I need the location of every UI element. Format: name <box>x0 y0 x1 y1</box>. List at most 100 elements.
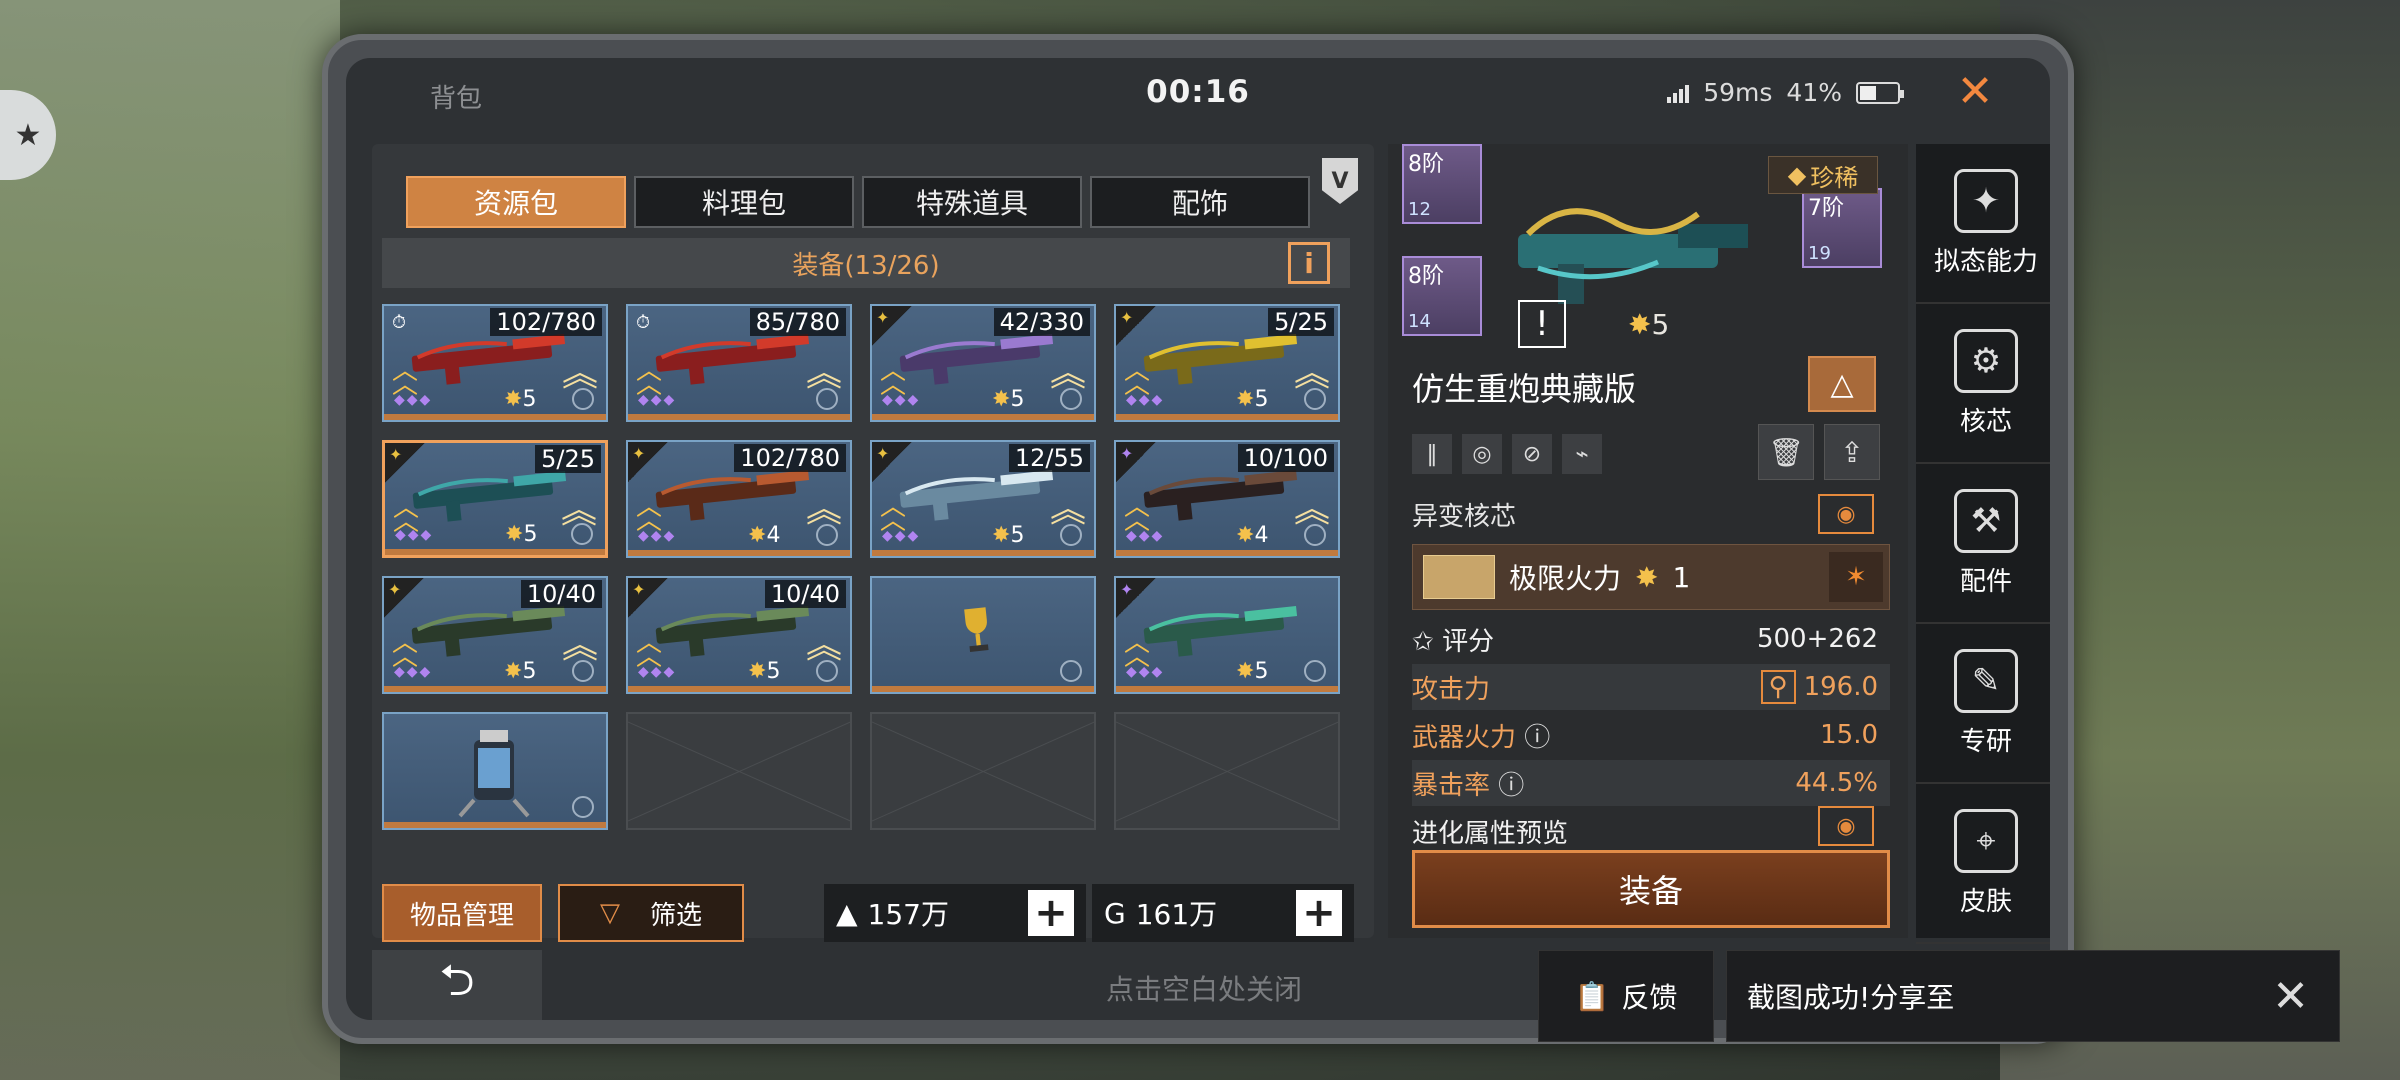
timer-icon: ⏱ <box>392 312 407 333</box>
inventory-slot[interactable]: ✦ 10/100 ︿ ︿ ◆◆◆ ︽ ✸4 <box>1114 440 1340 558</box>
rarity-dots: ◆◆◆ <box>394 664 433 680</box>
toast-close-icon[interactable]: ✕ <box>2272 971 2309 1022</box>
upgrade-icon: ︿ ︿ <box>393 493 420 537</box>
research-icon: ✎ <box>1954 648 2018 713</box>
type-icon <box>1060 660 1082 682</box>
add-gold-button[interactable]: + <box>1028 890 1074 936</box>
tab-special-items[interactable]: 特殊道具 <box>862 176 1082 228</box>
item-count: 102/780 <box>490 308 602 336</box>
sidebar-item-mimic[interactable]: ✦ 拟态能力 <box>1916 144 2050 304</box>
rarity-dots: ◆◆◆ <box>1126 664 1165 680</box>
eye-icon[interactable]: ◉ <box>1818 494 1874 534</box>
feedback-button[interactable]: 📋 反馈 <box>1538 950 1714 1042</box>
stat-label: 暴击率 ⓘ <box>1412 770 1525 801</box>
info-icon[interactable]: i <box>1288 242 1330 284</box>
delete-icon[interactable]: 🗑 <box>1758 424 1814 480</box>
type-icon <box>1060 524 1082 546</box>
item-manage-button[interactable]: 物品管理 <box>382 884 542 942</box>
upgrade-icon: ︿ ︿ <box>392 356 419 400</box>
close-icon[interactable]: ✕ <box>1952 70 1998 116</box>
inventory-slot[interactable]: ✦ 5/25 ︿ ︿ ◆◆◆ ︽ ✸5 <box>382 440 608 558</box>
inventory-slot[interactable] <box>870 576 1096 694</box>
item-grid: ⏱ 102/780 ︿ ︿ ◆◆◆ ︽ ✸5 ⏱ 85/780 ︿ ︿ ◆◆◆ ︽ ✦ 42/330 ︿ ︿ ◆◆… <box>382 304 1340 830</box>
upgrade-icon: ︿ ︿ <box>1124 356 1151 400</box>
empty-slot <box>1114 712 1340 830</box>
item-count: 85/780 <box>749 308 846 336</box>
drive-icon[interactable]: △ <box>1808 356 1876 412</box>
equipment-header: 装备(13/26) i <box>382 238 1350 288</box>
gun-icon[interactable]: ⌁ <box>1562 434 1602 474</box>
inventory-slot[interactable]: ✦ 5/25 ︿ ︿ ◆◆◆ ︽ ✸5 <box>1114 304 1340 422</box>
swirl-icon[interactable]: ◎ <box>1462 434 1502 474</box>
eye-icon[interactable]: ◉ <box>1818 806 1874 846</box>
rarity-dots: ◆◆◆ <box>395 527 434 543</box>
coin-value: 161万 <box>1135 898 1218 931</box>
progress-bar <box>1116 414 1338 420</box>
network-status: 59ms 41% <box>1667 78 1904 107</box>
inventory-slot[interactable]: ⏱ 102/780 ︿ ︿ ◆◆◆ ︽ ✸5 <box>382 304 608 422</box>
detail-sidebar: ✦ 拟态能力 ⚙ 核芯 ⚒ 配件 ✎ 专研 ⌖ 皮肤 <box>1916 144 2050 944</box>
mod-level: 8阶 <box>1408 264 1444 289</box>
equipment-count: 装备(13/26) <box>792 250 940 281</box>
mutation-core[interactable]: 极限火力 ✸ 1 ✶ <box>1412 544 1890 610</box>
stat-value: 44.5% <box>1795 768 1878 798</box>
item-count: 5/25 <box>1268 308 1334 336</box>
weapon-name: 仿生重炮典藏版 <box>1412 370 1637 408</box>
weapon-detail-panel: 8阶 12 8阶 14 7阶 19 ◆ 珍稀 ! ✸5 仿生重炮典藏版 △ ‖ … <box>1388 144 1908 938</box>
warning-icon[interactable]: ! <box>1518 300 1566 348</box>
gold-icon: ▲ <box>836 896 858 930</box>
mod-level: 8阶 <box>1408 152 1444 177</box>
tap-to-close-hint[interactable]: 点击空白处关闭 <box>1106 968 1302 1008</box>
score-row: ✩ 评分 500+262 <box>1412 616 1890 662</box>
inventory-slot[interactable]: ✦ 12/55 ︿ ︿ ◆◆◆ ︽ ✸5 <box>870 440 1096 558</box>
inventory-slot[interactable]: ✦ 102/780 ︿ ︿ ◆◆◆ ︽ ✸4 <box>626 440 852 558</box>
upgrade-icon: ︿ ︿ <box>636 628 663 672</box>
weapon-image <box>1518 208 1748 304</box>
no-icon[interactable]: ⊘ <box>1512 434 1552 474</box>
inventory-slot[interactable]: ✦ 10/40 ︿ ︿ ◆◆◆ ︽ ✸5 <box>626 576 852 694</box>
rarity-dots: ◆◆◆ <box>1126 392 1165 408</box>
stat-label: 攻击力 <box>1412 674 1491 705</box>
upgrade-icon: ︿ ︿ <box>636 492 663 536</box>
feedback-label: 反馈 <box>1621 981 1678 1014</box>
sidebar-label: 拟态能力 <box>1933 246 2038 277</box>
rarity-dots: ◆◆◆ <box>882 528 921 544</box>
sidebar-item-skin[interactable]: ⌖ 皮肤 <box>1916 784 2050 944</box>
tab-food-pack[interactable]: 料理包 <box>634 176 854 228</box>
sidebar-item-parts[interactable]: ⚒ 配件 <box>1916 464 2050 624</box>
core-icon: ⚙ <box>1954 328 2018 393</box>
toast-text: 截图成功!分享至 <box>1747 981 1955 1014</box>
equip-button[interactable]: 装备 <box>1412 850 1890 928</box>
device-frame: 背包 00:16 59ms 41% ✕ V 资源包 料理包 特殊道具 配饰 装备… <box>322 34 2074 1044</box>
share-icon[interactable]: ⇪ <box>1824 424 1880 480</box>
sidebar-item-core[interactable]: ⚙ 核芯 <box>1916 304 2050 464</box>
inventory-slot[interactable]: ⏱ 85/780 ︿ ︿ ◆◆◆ ︽ <box>626 304 852 422</box>
upgrade-icon: ︿ ︿ <box>392 628 419 672</box>
tab-resource-pack[interactable]: 资源包 <box>406 176 626 228</box>
mod-slot-2[interactable]: 8阶 14 <box>1402 256 1482 336</box>
add-coin-button[interactable]: + <box>1296 890 1342 936</box>
search-icon: ⚲ <box>1760 670 1796 704</box>
inventory-slot[interactable]: ✦ ︿ ︿ ◆◆◆ ✸5 <box>1114 576 1340 694</box>
progress-bar <box>628 550 850 556</box>
inventory-slot[interactable] <box>382 712 608 830</box>
sidebar-item-research[interactable]: ✎ 专研 <box>1916 624 2050 784</box>
inventory-slot[interactable]: ✦ 42/330 ︿ ︿ ◆◆◆ ︽ ✸5 <box>870 304 1096 422</box>
coin-balance: G 161万 + <box>1092 884 1354 942</box>
inventory-slot[interactable]: ✦ 10/40 ︿ ︿ ◆◆◆ ︽ ✸5 <box>382 576 608 694</box>
item-count: 12/55 <box>1008 444 1090 472</box>
stat-value: 15.0 <box>1820 720 1878 750</box>
mod-slot-1[interactable]: 8阶 12 <box>1402 144 1482 224</box>
mod-slot-3[interactable]: 7阶 19 <box>1802 188 1882 268</box>
filter-button[interactable]: ▽ 筛选 <box>558 884 744 942</box>
stat-label: 武器火力 ⓘ <box>1412 722 1551 753</box>
stat-crit: 暴击率 ⓘ 44.5% <box>1412 760 1890 806</box>
ammo-icon[interactable]: ‖ <box>1412 434 1452 474</box>
info-circle-icon: ⓘ <box>1524 722 1551 753</box>
g-coin-icon: G <box>1104 896 1126 930</box>
mimic-icon: ✦ <box>1954 168 2018 233</box>
tab-accessories[interactable]: 配饰 <box>1090 176 1310 228</box>
upgrade-icon: ︿ ︿ <box>1124 628 1151 672</box>
back-button[interactable]: ⮌ <box>372 950 542 1020</box>
skin-icon: ⌖ <box>1954 808 2018 873</box>
